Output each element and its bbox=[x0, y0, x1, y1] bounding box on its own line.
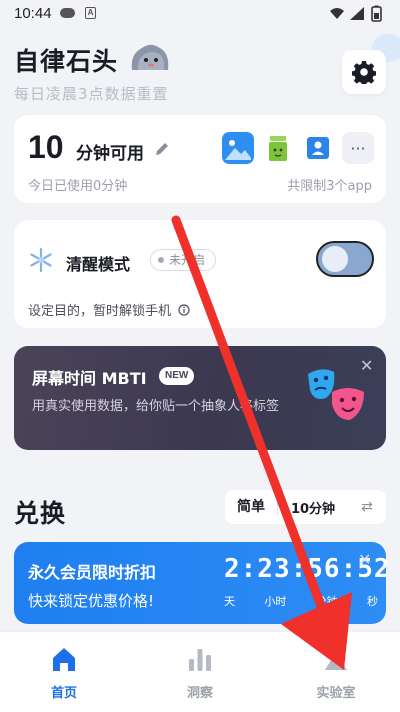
promo-title: 永久会员限时折扣 bbox=[28, 563, 157, 582]
promo-subtitle: 快来锁定优惠价格! bbox=[28, 592, 155, 610]
tab-lab-label: 实验室 bbox=[316, 686, 356, 701]
tab-lab[interactable]: 实验室 bbox=[286, 642, 386, 701]
mbti-description: 用真实使用数据，给你贴一个抽象人格标签 bbox=[32, 399, 280, 414]
tab-home-label: 首页 bbox=[50, 686, 77, 701]
stone-mascot-icon bbox=[131, 44, 169, 70]
new-badge: NEW bbox=[159, 367, 195, 385]
limited-apps: ··· bbox=[222, 132, 374, 164]
wake-mode-card: 清醒模式 未开启 设定目的，暂时解锁手机 bbox=[14, 220, 386, 328]
app-limit-text: 共限制3个app bbox=[287, 179, 372, 194]
a-notification-icon: A bbox=[85, 7, 96, 19]
exchange-title: 兑换 bbox=[14, 499, 67, 528]
countdown-label-minutes: 分钟 bbox=[315, 595, 338, 608]
tab-insights-label: 洞察 bbox=[186, 686, 213, 701]
info-icon[interactable] bbox=[178, 304, 190, 316]
trash-app-icon[interactable] bbox=[262, 132, 294, 164]
tab-insights[interactable]: 洞察 bbox=[150, 642, 250, 701]
wake-mode-description: 设定目的，暂时解锁手机 bbox=[28, 300, 190, 319]
available-minutes-label: 分钟可用 bbox=[76, 144, 144, 164]
home-icon bbox=[53, 648, 75, 671]
bottom-tab-bar: 首页 洞察 实验室 bbox=[0, 631, 400, 712]
usage-card: 10 分钟可用 今日已使用0分钟 ··· 共限制3个app bbox=[14, 115, 386, 203]
status-bar: 10:44 A bbox=[0, 0, 400, 28]
app-title: 自律石头 bbox=[14, 47, 119, 76]
countdown-labels: 天 小时 分钟 秒 bbox=[224, 593, 378, 609]
contacts-app-icon[interactable] bbox=[302, 132, 334, 164]
mbti-title: 屏幕时间 MBTI bbox=[32, 369, 147, 388]
more-apps-button[interactable]: ··· bbox=[342, 132, 374, 164]
countdown-label-hours: 小时 bbox=[264, 595, 287, 608]
app-subtitle: 每日凌晨3点数据重置 bbox=[14, 85, 169, 103]
difficulty-filter[interactable]: 简单 bbox=[225, 499, 278, 515]
wifi-icon bbox=[330, 8, 344, 19]
promo-close-icon[interactable]: ✕ bbox=[358, 550, 371, 569]
mbti-banner[interactable]: 屏幕时间 MBTI NEW 用真实使用数据，给你贴一个抽象人格标签 ✕ bbox=[14, 346, 386, 450]
signal-icon bbox=[350, 7, 364, 20]
status-icons bbox=[330, 5, 382, 22]
countdown-label-seconds: 秒 bbox=[366, 595, 378, 608]
exchange-filter: 简单 10分钟 ⇄ bbox=[225, 490, 386, 524]
gear-icon bbox=[352, 61, 376, 84]
settings-button[interactable] bbox=[342, 50, 386, 94]
flask-icon bbox=[325, 648, 347, 670]
pencil-icon[interactable] bbox=[154, 141, 170, 157]
gallery-app-icon[interactable] bbox=[222, 132, 254, 164]
snowflake-icon bbox=[30, 247, 52, 273]
toggle-knob bbox=[322, 246, 348, 272]
tab-home[interactable]: 首页 bbox=[14, 642, 114, 701]
wake-mode-status-badge: 未开启 bbox=[150, 249, 217, 271]
status-time: 10:44 bbox=[14, 5, 52, 22]
wake-mode-toggle[interactable] bbox=[316, 241, 374, 277]
duration-filter[interactable]: 10分钟 bbox=[278, 498, 348, 517]
countdown-label-days: 天 bbox=[224, 595, 235, 608]
available-minutes: 10 bbox=[28, 129, 64, 165]
vip-promo-banner[interactable]: 永久会员限时折扣 快来锁定优惠价格! 2:23:56:52 天 小时 分钟 秒 … bbox=[14, 542, 390, 624]
cloud-notification-icon bbox=[60, 8, 75, 18]
mbti-close-icon[interactable]: ✕ bbox=[360, 356, 373, 375]
used-today-text: 今日已使用0分钟 bbox=[28, 179, 128, 194]
sort-icon[interactable]: ⇄ bbox=[348, 499, 386, 515]
bar-chart-icon bbox=[189, 649, 211, 671]
wake-mode-title: 清醒模式 bbox=[66, 255, 131, 274]
